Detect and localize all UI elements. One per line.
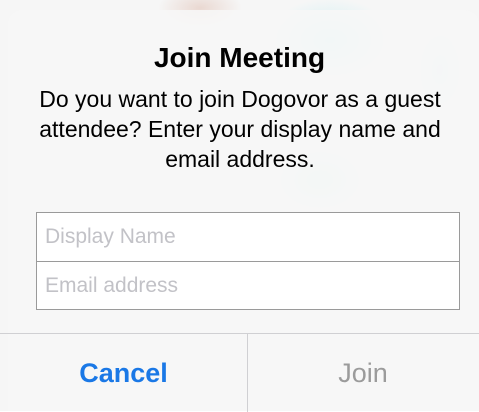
credentials-field-group <box>36 212 460 310</box>
dialog-title: Join Meeting <box>153 42 326 73</box>
dialog-actions: Cancel Join <box>0 333 479 412</box>
display-name-input[interactable] <box>37 213 459 261</box>
dialog-message: Do you want to join Dogovor as a guest a… <box>39 86 441 172</box>
email-input[interactable] <box>37 261 459 309</box>
join-button[interactable]: Join <box>248 334 478 412</box>
cancel-button[interactable]: Cancel <box>0 334 248 412</box>
